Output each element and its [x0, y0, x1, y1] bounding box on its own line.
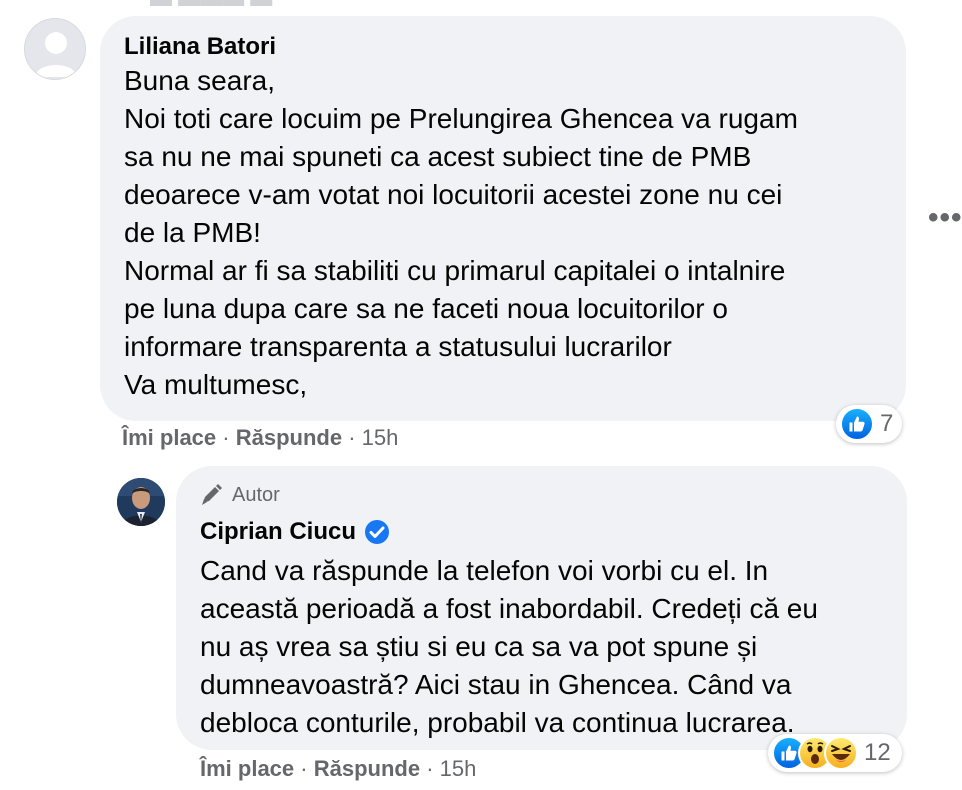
separator: ·: [348, 425, 356, 450]
reply-line: dumneavoastră? Aici stau in Ghencea. Cân…: [200, 669, 792, 700]
verified-badge-icon: [364, 519, 390, 545]
comment-bubble: Liliana Batori Buna seara, Noi toti care…: [100, 16, 906, 421]
separator: ·: [426, 756, 434, 781]
separator: ·: [300, 756, 308, 781]
reply-author[interactable]: Ciprian Ciucu: [200, 517, 356, 547]
reply-line: Cand va răspunde la telefon voi vorbi cu…: [200, 555, 769, 586]
reply-text: Cand va răspunde la telefon voi vorbi cu…: [200, 552, 887, 742]
previous-comment-actions-cutoff: ▬ ▬▬▬ ▬: [150, 0, 310, 11]
comment-thread: ▬ ▬▬▬ ▬ Liliana Batori Buna seara, Noi t…: [0, 0, 962, 790]
comment-line: sa nu ne mai spuneti ca acest subiect ti…: [124, 141, 752, 172]
reactions-summary[interactable]: 12: [768, 734, 902, 772]
avatar[interactable]: [117, 478, 165, 526]
reaction-count: 7: [880, 410, 894, 437]
like-icon: [840, 407, 874, 441]
profile-photo-icon: [117, 478, 165, 526]
timestamp[interactable]: 15h: [440, 756, 477, 781]
reply-button[interactable]: Răspunde: [236, 425, 342, 450]
timestamp[interactable]: 15h: [362, 425, 399, 450]
avatar[interactable]: [24, 18, 86, 80]
comment-actions: Îmi place · Răspunde · 15h: [122, 425, 398, 451]
reply-actions: Îmi place · Răspunde · 15h: [200, 756, 476, 782]
reply-button[interactable]: Răspunde: [314, 756, 420, 781]
comment-line: Buna seara,: [124, 65, 275, 96]
reply-line: această perioadă a fost inabordabil. Cre…: [200, 593, 818, 624]
more-horizontal-icon[interactable]: •••: [928, 203, 962, 233]
like-button[interactable]: Îmi place: [122, 425, 216, 450]
author-badge-label: Autor: [232, 483, 280, 506]
default-avatar-icon: [35, 32, 77, 77]
reply-author-row: Ciprian Ciucu: [200, 516, 887, 548]
author-badge: Autor: [200, 482, 887, 508]
comment-text: Buna seara, Noi toti care locuim pe Prel…: [124, 62, 884, 404]
like-button[interactable]: Îmi place: [200, 756, 294, 781]
reactions-summary[interactable]: 7: [836, 405, 902, 443]
comment-line: informare transparenta a statusului lucr…: [124, 331, 672, 362]
comment-line: Va multumesc,: [124, 369, 308, 400]
comment-line: Noi toti care locuim pe Prelungirea Ghen…: [124, 103, 798, 134]
reaction-count: 12: [864, 739, 891, 766]
pencil-icon: [202, 484, 222, 505]
reply-line: nu aș vrea sa știu si eu ca sa va pot sp…: [200, 631, 758, 662]
comment-author[interactable]: Liliana Batori: [124, 32, 884, 62]
comment-line: deoarece v-am votat noi locuitorii acest…: [124, 179, 783, 210]
haha-icon: [824, 736, 858, 770]
separator: ·: [222, 425, 230, 450]
reply-bubble: Autor Ciprian Ciucu Cand va răspunde la …: [176, 466, 907, 750]
comment-line: de la PMB!: [124, 217, 261, 248]
comment-line: Normal ar fi sa stabiliti cu primarul ca…: [124, 255, 786, 286]
comment-line: pe luna dupa care sa ne faceti noua locu…: [124, 293, 728, 324]
